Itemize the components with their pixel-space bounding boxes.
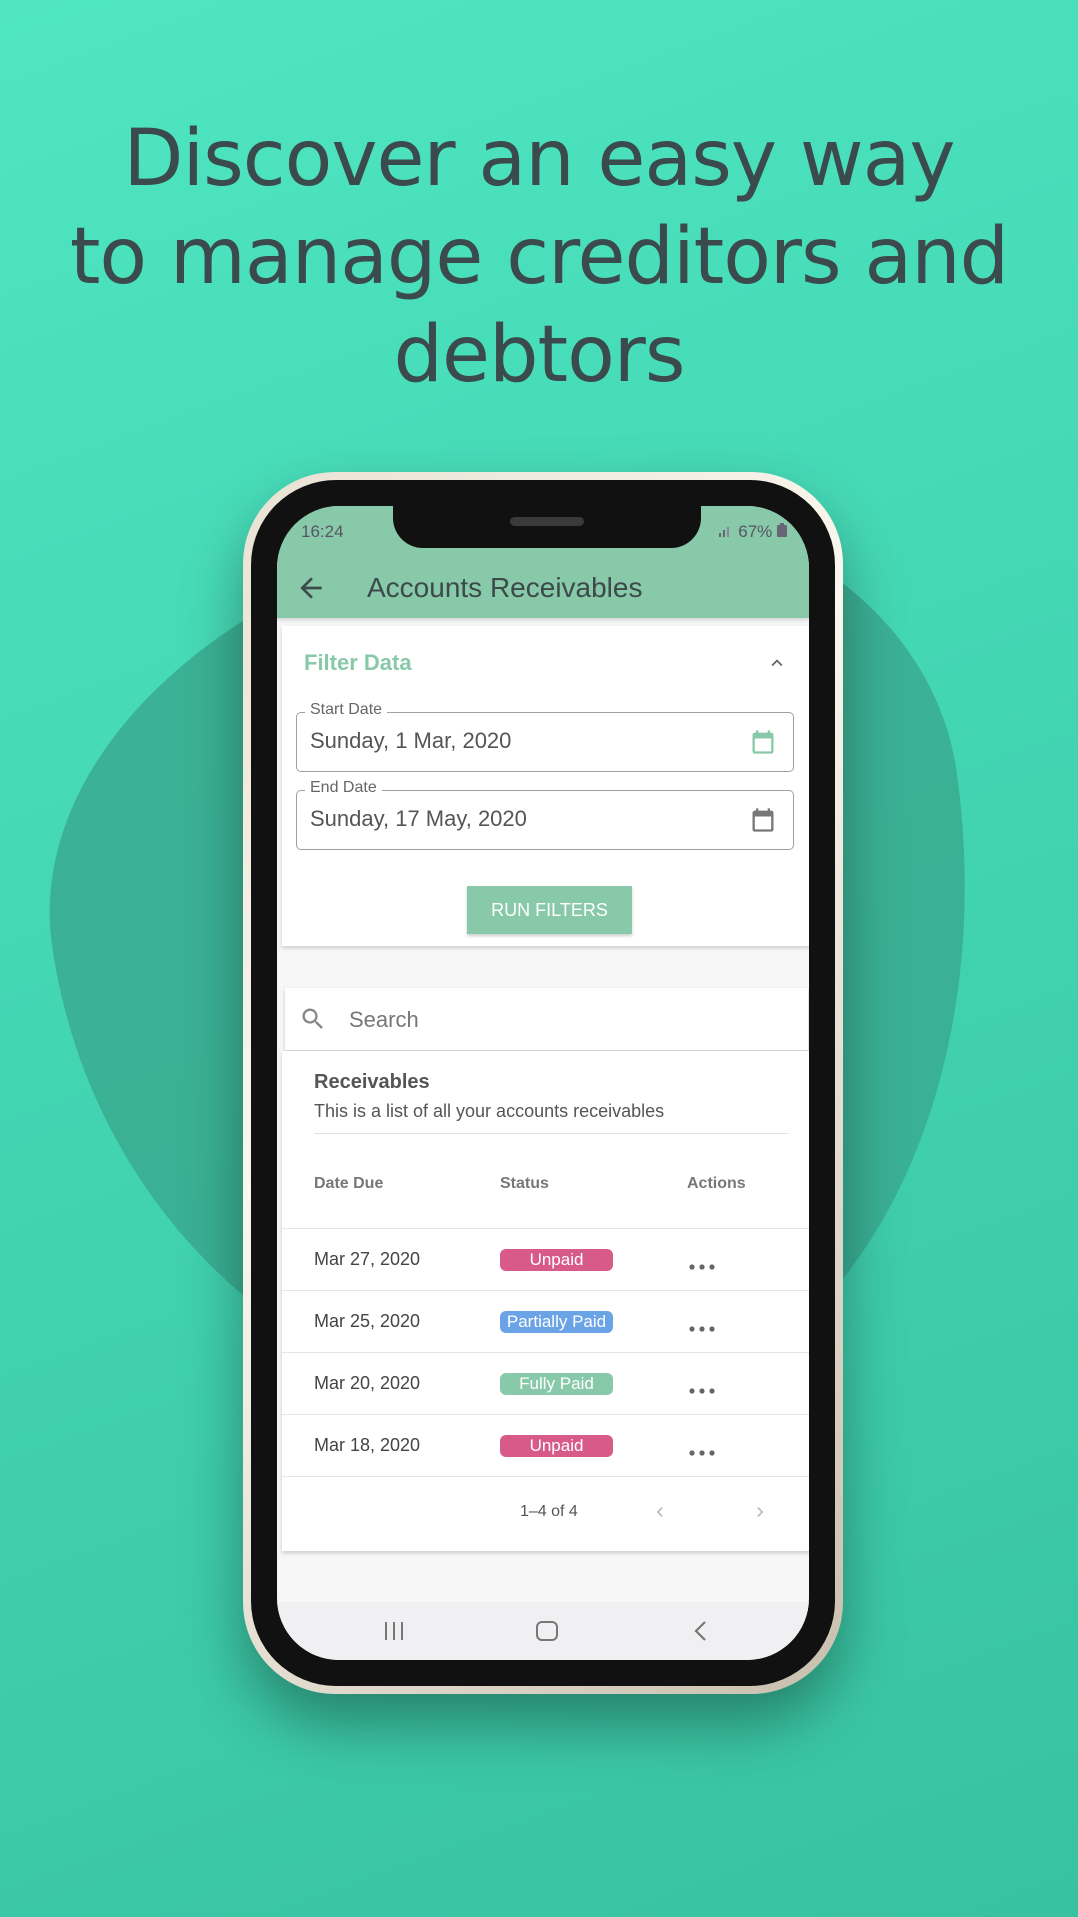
speaker — [510, 517, 584, 526]
status-time: 16:24 — [301, 522, 344, 541]
more-actions-icon[interactable] — [689, 1319, 715, 1332]
chevron-up-icon[interactable] — [766, 652, 788, 674]
search-input[interactable] — [347, 988, 791, 1052]
home-icon[interactable] — [533, 1618, 561, 1644]
table-row[interactable]: Mar 27, 2020 Unpaid — [282, 1228, 809, 1291]
filter-title: Filter Data — [304, 650, 412, 675]
row-date: Mar 27, 2020 — [314, 1249, 421, 1269]
page-title: Accounts Receivables — [367, 572, 643, 603]
list-title: Receivables — [314, 1071, 430, 1093]
row-date: Mar 18, 2020 — [314, 1435, 421, 1455]
back-nav-icon[interactable] — [687, 1618, 715, 1644]
headline-line-2: to manage creditors and — [69, 212, 1009, 302]
battery-text: 67% — [738, 522, 773, 541]
table-row[interactable]: Mar 25, 2020 Partially Paid — [282, 1290, 809, 1353]
list-subtitle: This is a list of all your accounts rece… — [314, 1101, 665, 1121]
more-actions-icon[interactable] — [689, 1381, 715, 1394]
run-filters-button[interactable]: RUN FILTERS — [467, 886, 632, 934]
notch — [393, 506, 701, 548]
pagination: 1–4 of 4 — [282, 1476, 809, 1549]
headline-line-1: Discover an easy way — [123, 114, 955, 204]
signal-icon — [718, 522, 739, 541]
search-icon — [299, 1005, 327, 1033]
status-badge: Unpaid — [500, 1435, 613, 1457]
chevron-right-icon[interactable] — [750, 1501, 770, 1523]
column-header-status[interactable]: Status — [500, 1175, 549, 1193]
headline: Discover an easy way to manage creditors… — [0, 110, 1078, 404]
system-nav-bar — [277, 1602, 809, 1660]
status-badge: Unpaid — [500, 1249, 613, 1271]
end-date-field[interactable]: End Date Sunday, 17 May, 2020 — [296, 779, 794, 850]
phone-screen: 16:24 67% Accounts Receivables Filter Da… — [277, 506, 809, 1660]
column-header-actions: Actions — [687, 1175, 746, 1192]
chevron-left-icon[interactable] — [650, 1501, 670, 1523]
arrow-left-icon[interactable] — [295, 572, 327, 604]
status-badge: Partially Paid — [500, 1311, 613, 1333]
column-header-date[interactable]: Date Due — [314, 1175, 383, 1193]
app-bar: Accounts Receivables — [277, 558, 809, 618]
start-date-value: Sunday, 1 Mar, 2020 — [310, 728, 512, 753]
status-right: 67% — [718, 522, 787, 542]
row-date: Mar 25, 2020 — [314, 1311, 421, 1331]
more-actions-icon[interactable] — [689, 1257, 715, 1270]
status-badge: Fully Paid — [500, 1373, 613, 1395]
phone-bezel: 16:24 67% Accounts Receivables Filter Da… — [251, 480, 835, 1686]
phone-frame: 16:24 67% Accounts Receivables Filter Da… — [243, 472, 843, 1694]
pagination-text: 1–4 of 4 — [520, 1503, 578, 1520]
headline-line-3: debtors — [393, 310, 685, 400]
filter-card: Filter Data Start Date Sunday, 1 Mar, 20… — [282, 626, 809, 946]
calendar-icon[interactable] — [749, 727, 777, 757]
table-row[interactable]: Mar 20, 2020 Fully Paid — [282, 1352, 809, 1415]
start-date-label: Start Date — [305, 701, 388, 719]
table-row[interactable]: Mar 18, 2020 Unpaid — [282, 1414, 809, 1477]
start-date-field[interactable]: Start Date Sunday, 1 Mar, 2020 — [296, 701, 794, 772]
end-date-label: End Date — [305, 779, 382, 797]
row-date: Mar 20, 2020 — [314, 1373, 421, 1393]
recent-apps-icon[interactable] — [380, 1618, 408, 1644]
battery-icon — [777, 522, 787, 541]
divider — [314, 1133, 788, 1134]
end-date-value: Sunday, 17 May, 2020 — [310, 806, 527, 831]
receivables-card: Receivables This is a list of all your a… — [282, 1051, 809, 1551]
calendar-icon[interactable] — [749, 805, 777, 835]
search-bar — [285, 988, 808, 1052]
more-actions-icon[interactable] — [689, 1443, 715, 1456]
